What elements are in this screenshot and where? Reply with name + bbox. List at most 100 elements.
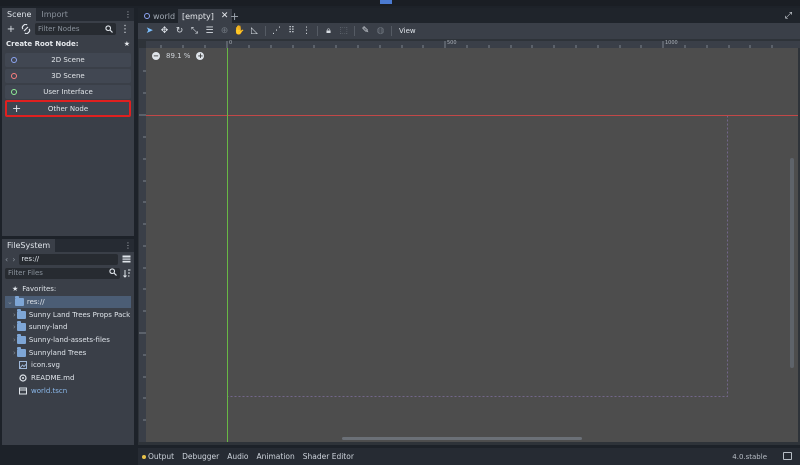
search-icon [105,25,113,33]
toolbar-divider [265,26,266,36]
list-select-icon[interactable]: ☰ [202,24,217,38]
favorite-star-icon[interactable]: ★ [124,40,130,48]
root-user-interface-button[interactable]: User Interface [5,85,131,99]
2d-viewport-canvas[interactable]: − 89.1 % + [146,48,798,442]
project-tab-fragment [380,0,392,4]
zoom-out-icon[interactable]: − [152,52,160,60]
tab-animation[interactable]: Animation [257,452,295,461]
root-3d-scene-label: 3D Scene [51,72,85,80]
filter-files-input[interactable]: Filter Files [5,267,120,279]
skeleton-options-icon[interactable]: ◍ [373,24,388,38]
tree-item-folder[interactable]: › Sunny Land Trees Props Pack [2,308,134,321]
add-scene-tab-icon[interactable]: + [226,9,243,23]
collapse-arrow-icon[interactable]: › [13,311,16,319]
distraction-free-icon[interactable]: ⤢ [781,9,796,23]
vertical-ruler [139,48,146,442]
filesystem-dock-tabs: FileSystem ⋮ [2,239,134,252]
filesystem-dock: FileSystem ⋮ ‹ › res:// Filter Files ★ F… [2,239,134,445]
sort-icon[interactable] [123,269,131,278]
filesystem-path-row: ‹ › res:// [2,252,134,266]
collapse-arrow-icon[interactable]: › [13,336,16,344]
version-label: 4.0.stable [732,452,767,461]
tab-debugger[interactable]: Debugger [182,452,219,461]
split-view-icon[interactable] [122,255,131,263]
grid-snap-icon[interactable]: ⠿ [284,24,299,38]
favorites-row[interactable]: ★ Favorites: [2,283,134,296]
toolbar-divider [391,26,392,36]
filesystem-tree: ★ Favorites: ⌄ res:// › Sunny Land Trees… [2,280,134,397]
tab-output[interactable]: Output [142,452,174,461]
tree-item-folder[interactable]: › Sunny-land-assets-files [2,334,134,347]
tree-item-label: world.tscn [31,386,68,395]
rotate-mode-icon[interactable]: ↻ [172,24,187,38]
filesystem-path-field[interactable]: res:// [19,253,118,265]
tree-item-file[interactable]: icon.svg [2,359,134,372]
tree-item-label: icon.svg [31,361,60,370]
tree-item-label: README.md [31,374,75,383]
tree-item-folder[interactable]: › Sunnyland Trees [2,346,134,359]
panel-layout-icon[interactable] [783,452,792,460]
scene-tree-menu-icon[interactable]: ⋮ [119,23,131,35]
tree-item-folder[interactable]: › sunny-land [2,321,134,334]
other-node-button[interactable]: + Other Node [5,100,131,117]
group-icon[interactable]: ⬚ [336,24,351,38]
create-root-row: Create Root Node: ★ [2,37,134,51]
scene-tab-world[interactable]: world [140,9,179,23]
ruler-tick-label: 500 [447,40,457,46]
tab-filesystem[interactable]: FileSystem [2,239,56,252]
tree-item-label: Sunny Land Trees Props Pack [28,310,131,319]
back-arrow-icon[interactable]: ‹ [5,255,8,264]
root-2d-scene-label: 2D Scene [51,56,85,64]
collapse-arrow-icon[interactable]: › [13,323,16,331]
other-node-label: Other Node [47,104,89,113]
search-icon [109,267,117,279]
move-mode-icon[interactable]: ✥ [157,24,172,38]
scene-tab-empty[interactable]: [empty] ✕ [178,9,233,23]
scene-tab-label: world [153,11,176,21]
link-icon[interactable] [20,23,32,35]
snap-options-icon[interactable]: ⋮ [299,24,314,38]
tree-item-res-root[interactable]: ⌄ res:// [5,295,131,309]
tab-import[interactable]: Import [36,8,73,21]
select-mode-icon[interactable]: ➤ [142,24,157,38]
scene-dock-menu-icon[interactable]: ⋮ [124,8,132,21]
tab-audio[interactable]: Audio [227,452,248,461]
folder-icon [16,321,26,332]
collapse-arrow-icon[interactable]: › [13,349,16,357]
text-file-icon [19,374,28,382]
filesystem-filter-row: Filter Files [2,266,134,280]
pan-mode-icon[interactable]: ✋ [232,24,247,38]
skeleton-bone-icon[interactable]: ✎ [358,24,373,38]
scene-dock: Scene Import ⋮ + Filter Nodes ⋮ Create R… [2,8,134,236]
expand-arrow-icon[interactable]: ⌄ [7,298,13,306]
view-menu-button[interactable]: View [399,27,416,35]
ruler-tick-label: 1000 [665,40,678,46]
tab-shader-editor[interactable]: Shader Editor [303,452,354,461]
scene-tab-label: [empty] [182,11,214,21]
tree-item-file[interactable]: world.tscn [2,385,134,398]
scene-toolbar: + Filter Nodes ⋮ [2,21,134,37]
ruler-mode-icon[interactable]: ◺ [247,24,262,38]
zoom-in-icon[interactable]: + [196,52,205,60]
root-3d-scene-button[interactable]: 3D Scene [5,69,131,83]
add-node-icon[interactable]: + [5,23,17,35]
root-user-interface-label: User Interface [43,88,93,96]
tree-item-file[interactable]: README.md [2,372,134,385]
plus-icon: + [12,102,22,115]
zoom-level-label[interactable]: 89.1 % [166,52,190,60]
ruler-tick-label: 0 [229,40,233,46]
viewport-toolbar: ➤ ✥ ↻ ⤡ ☰ ⊕ ✋ ◺ ⋰ ⠿ ⋮ 🔒︎ ⬚ ✎ ◍ View [138,23,800,39]
zoom-controls: − 89.1 % + [152,52,205,60]
bottom-panel-bar: Output Debugger Audio Animation Shader E… [138,448,800,465]
tab-scene[interactable]: Scene [2,8,37,21]
filesystem-dock-menu-icon[interactable]: ⋮ [124,239,132,252]
lock-icon[interactable]: 🔒︎ [321,24,336,38]
forward-arrow-icon[interactable]: › [12,255,15,264]
smart-snap-icon[interactable]: ⋰ [269,24,284,38]
control-node-icon [11,89,17,95]
root-2d-scene-button[interactable]: 2D Scene [5,53,131,67]
tree-item-label: Sunny-land-assets-files [28,336,110,345]
pivot-mode-icon[interactable]: ⊕ [217,24,232,38]
scale-mode-icon[interactable]: ⤡ [187,24,202,38]
filter-nodes-input[interactable]: Filter Nodes [35,23,116,35]
